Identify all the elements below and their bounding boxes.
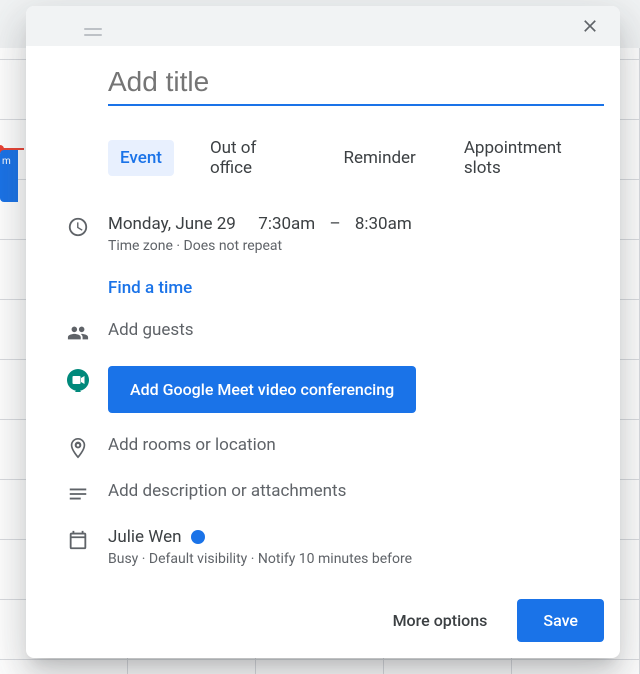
calendar-owner-name: Julie Wen [108,527,181,547]
add-google-meet-button[interactable]: Add Google Meet video conferencing [108,366,416,413]
background-event-chip[interactable]: m [0,150,18,202]
add-location-field[interactable]: Add rooms or location [108,435,604,455]
calendar-color-dot[interactable] [191,530,205,544]
people-icon [67,322,89,344]
clock-icon [67,216,89,238]
event-title-input[interactable] [108,62,604,106]
event-editor-dialog: Event Out of office Reminder Appointment… [26,6,620,658]
repeat-link[interactable]: Does not repeat [184,238,283,254]
event-end-time[interactable]: 8:30am [355,214,412,234]
close-icon [580,16,600,36]
tab-reminder[interactable]: Reminder [332,140,428,176]
time-dash: – [329,214,340,234]
tab-event[interactable]: Event [108,140,174,176]
description-icon [67,483,89,505]
event-time-sub: Time zone · Does not repeat [108,238,604,254]
dialog-header [26,6,620,46]
calendar-icon [67,529,89,551]
close-button[interactable] [572,8,608,44]
dialog-footer: More options Save [26,589,620,658]
timezone-link[interactable]: Time zone [108,238,173,254]
event-date[interactable]: Monday, June 29 [108,214,236,234]
event-start-time[interactable]: 7:30am [258,214,315,234]
tab-out-of-office[interactable]: Out of office [198,130,308,186]
event-type-tabs: Event Out of office Reminder Appointment… [108,130,604,186]
location-pin-icon [67,437,89,459]
calendar-owner-row[interactable]: Julie Wen [108,527,604,547]
event-time-summary[interactable]: Monday, June 29 7:30am – 8:30am [108,214,604,234]
tab-appointment-slots[interactable]: Appointment slots [452,130,604,186]
save-button[interactable]: Save [517,599,604,642]
event-settings-summary[interactable]: Busy · Default visibility · Notify 10 mi… [108,551,604,567]
google-meet-icon [66,368,90,392]
find-a-time-link[interactable]: Find a time [108,278,604,298]
more-options-button[interactable]: More options [379,601,502,640]
add-guests-field[interactable]: Add guests [108,320,604,340]
drag-handle-icon[interactable] [84,28,102,36]
add-description-field[interactable]: Add description or attachments [108,481,604,501]
